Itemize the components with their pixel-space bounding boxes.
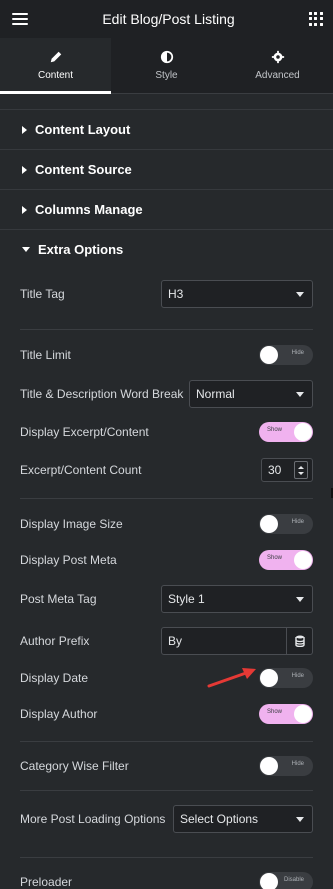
section-label: Content Source xyxy=(35,162,132,177)
control-label: Title & Description Word Break xyxy=(20,387,184,401)
toggle-knob xyxy=(294,551,312,569)
category-filter-toggle[interactable]: Hide xyxy=(259,756,313,776)
control-display-excerpt: Display Excerpt/Content Show xyxy=(0,408,333,456)
tab-style-label: Style xyxy=(155,70,178,81)
display-image-size-toggle[interactable]: Hide xyxy=(259,514,313,534)
toggle-knob xyxy=(260,346,278,364)
control-display-date: Display Date Hide xyxy=(0,655,333,701)
toggle-label: Show xyxy=(267,709,283,715)
pencil-icon xyxy=(50,51,61,63)
author-prefix-input[interactable]: By xyxy=(161,627,313,655)
chevron-down-icon xyxy=(296,596,304,602)
gear-icon xyxy=(271,50,284,64)
tab-content[interactable]: Content xyxy=(0,38,111,94)
input-value: By xyxy=(168,634,183,648)
control-label: Category Wise Filter xyxy=(20,759,129,773)
control-display-image-size: Display Image Size Hide xyxy=(0,499,333,549)
control-label: Display Post Meta xyxy=(20,553,117,567)
select-value: Style 1 xyxy=(168,592,205,606)
toggle-knob xyxy=(260,515,278,533)
control-label: Display Date xyxy=(20,671,89,685)
panel-tabs: Content Style Advanced xyxy=(0,38,333,94)
title-limit-toggle[interactable]: Hide xyxy=(259,345,313,365)
toggle-label: Show xyxy=(267,427,283,433)
toggle-label: Show xyxy=(267,555,283,561)
half-circle-icon xyxy=(160,50,173,64)
toggle-knob xyxy=(260,757,278,775)
control-word-break: Title & Description Word Break Normal xyxy=(0,380,333,408)
post-meta-tag-select[interactable]: Style 1 xyxy=(161,585,313,613)
section-label: Extra Options xyxy=(38,242,124,257)
control-more-loading: More Post Loading Options Select Options xyxy=(0,791,333,847)
annotation-arrow-icon xyxy=(207,668,256,688)
control-category-filter: Category Wise Filter Hide xyxy=(0,742,333,790)
tab-advanced-label: Advanced xyxy=(255,70,300,81)
control-post-meta-tag: Post Meta Tag Style 1 xyxy=(0,571,333,627)
spinner-up-icon xyxy=(298,465,304,469)
display-excerpt-toggle[interactable]: Show xyxy=(259,422,313,442)
caret-right-icon xyxy=(22,125,27,134)
display-author-toggle[interactable]: Show xyxy=(259,704,313,724)
section-content-source[interactable]: Content Source xyxy=(0,149,333,189)
number-value: 30 xyxy=(268,463,282,477)
toggle-label: Hide xyxy=(291,519,304,525)
control-display-author: Display Author Show xyxy=(0,701,333,727)
caret-down-icon xyxy=(22,247,30,252)
control-label: Author Prefix xyxy=(20,634,90,648)
section-columns-manage[interactable]: Columns Manage xyxy=(0,189,333,229)
control-author-prefix: Author Prefix By xyxy=(0,627,333,655)
tab-style[interactable]: Style xyxy=(111,38,222,93)
hamburger-menu-icon[interactable] xyxy=(12,13,28,25)
chevron-down-icon xyxy=(296,816,304,822)
section-label: Columns Manage xyxy=(35,202,143,217)
control-label: Preloader xyxy=(20,875,73,889)
control-label: Title Limit xyxy=(20,348,71,362)
control-display-post-meta: Display Post Meta Show xyxy=(0,549,333,571)
control-title-limit: Title Limit Hide xyxy=(0,330,333,380)
top-bar: Edit Blog/Post Listing xyxy=(0,0,333,38)
section-label: Content Layout xyxy=(35,122,131,137)
toggle-knob xyxy=(294,423,312,441)
toggle-label: Hide xyxy=(291,350,304,356)
toggle-label: Hide xyxy=(291,673,304,679)
select-value: H3 xyxy=(168,287,184,301)
tab-content-label: Content xyxy=(37,70,74,81)
control-label: Post Meta Tag xyxy=(20,592,97,606)
control-label: Title Tag xyxy=(20,287,65,301)
control-label: Excerpt/Content Count xyxy=(20,463,142,477)
section-extra-options[interactable]: Extra Options xyxy=(0,229,333,269)
caret-right-icon xyxy=(22,205,27,214)
spinner-down-icon xyxy=(298,471,304,475)
display-post-meta-toggle[interactable]: Show xyxy=(259,550,313,570)
more-loading-select[interactable]: Select Options xyxy=(173,805,313,833)
excerpt-count-input[interactable]: 30 xyxy=(261,458,313,482)
title-tag-select[interactable]: H3 xyxy=(161,280,313,308)
toggle-label: Disable xyxy=(283,877,304,883)
control-excerpt-count: Excerpt/Content Count 30 xyxy=(0,456,333,484)
word-break-select[interactable]: Normal xyxy=(189,380,313,408)
control-label: Display Excerpt/Content xyxy=(20,425,149,439)
control-label: Display Image Size xyxy=(20,517,123,531)
tab-advanced[interactable]: Advanced xyxy=(222,38,333,93)
section-content-layout[interactable]: Content Layout xyxy=(0,109,333,149)
control-label: More Post Loading Options xyxy=(20,812,166,826)
preloader-toggle[interactable]: Disable xyxy=(259,872,313,889)
control-preloader: Preloader Disable xyxy=(0,858,333,889)
caret-right-icon xyxy=(22,165,27,174)
control-title-tag: Title Tag H3 xyxy=(0,271,333,317)
chevron-down-icon xyxy=(296,391,304,397)
panel-title: Edit Blog/Post Listing xyxy=(102,11,235,27)
apps-grid-icon[interactable] xyxy=(308,12,323,26)
toggle-knob xyxy=(260,873,278,889)
display-date-toggle[interactable]: Hide xyxy=(259,668,313,688)
toggle-label: Hide xyxy=(291,761,304,767)
select-value: Normal xyxy=(196,387,235,401)
control-label: Display Author xyxy=(20,707,98,721)
number-spinner[interactable] xyxy=(294,461,308,479)
toggle-knob xyxy=(294,705,312,723)
chevron-down-icon xyxy=(296,291,304,297)
dynamic-tags-database-icon[interactable] xyxy=(286,628,312,654)
toggle-knob xyxy=(260,669,278,687)
select-value: Select Options xyxy=(180,812,259,826)
